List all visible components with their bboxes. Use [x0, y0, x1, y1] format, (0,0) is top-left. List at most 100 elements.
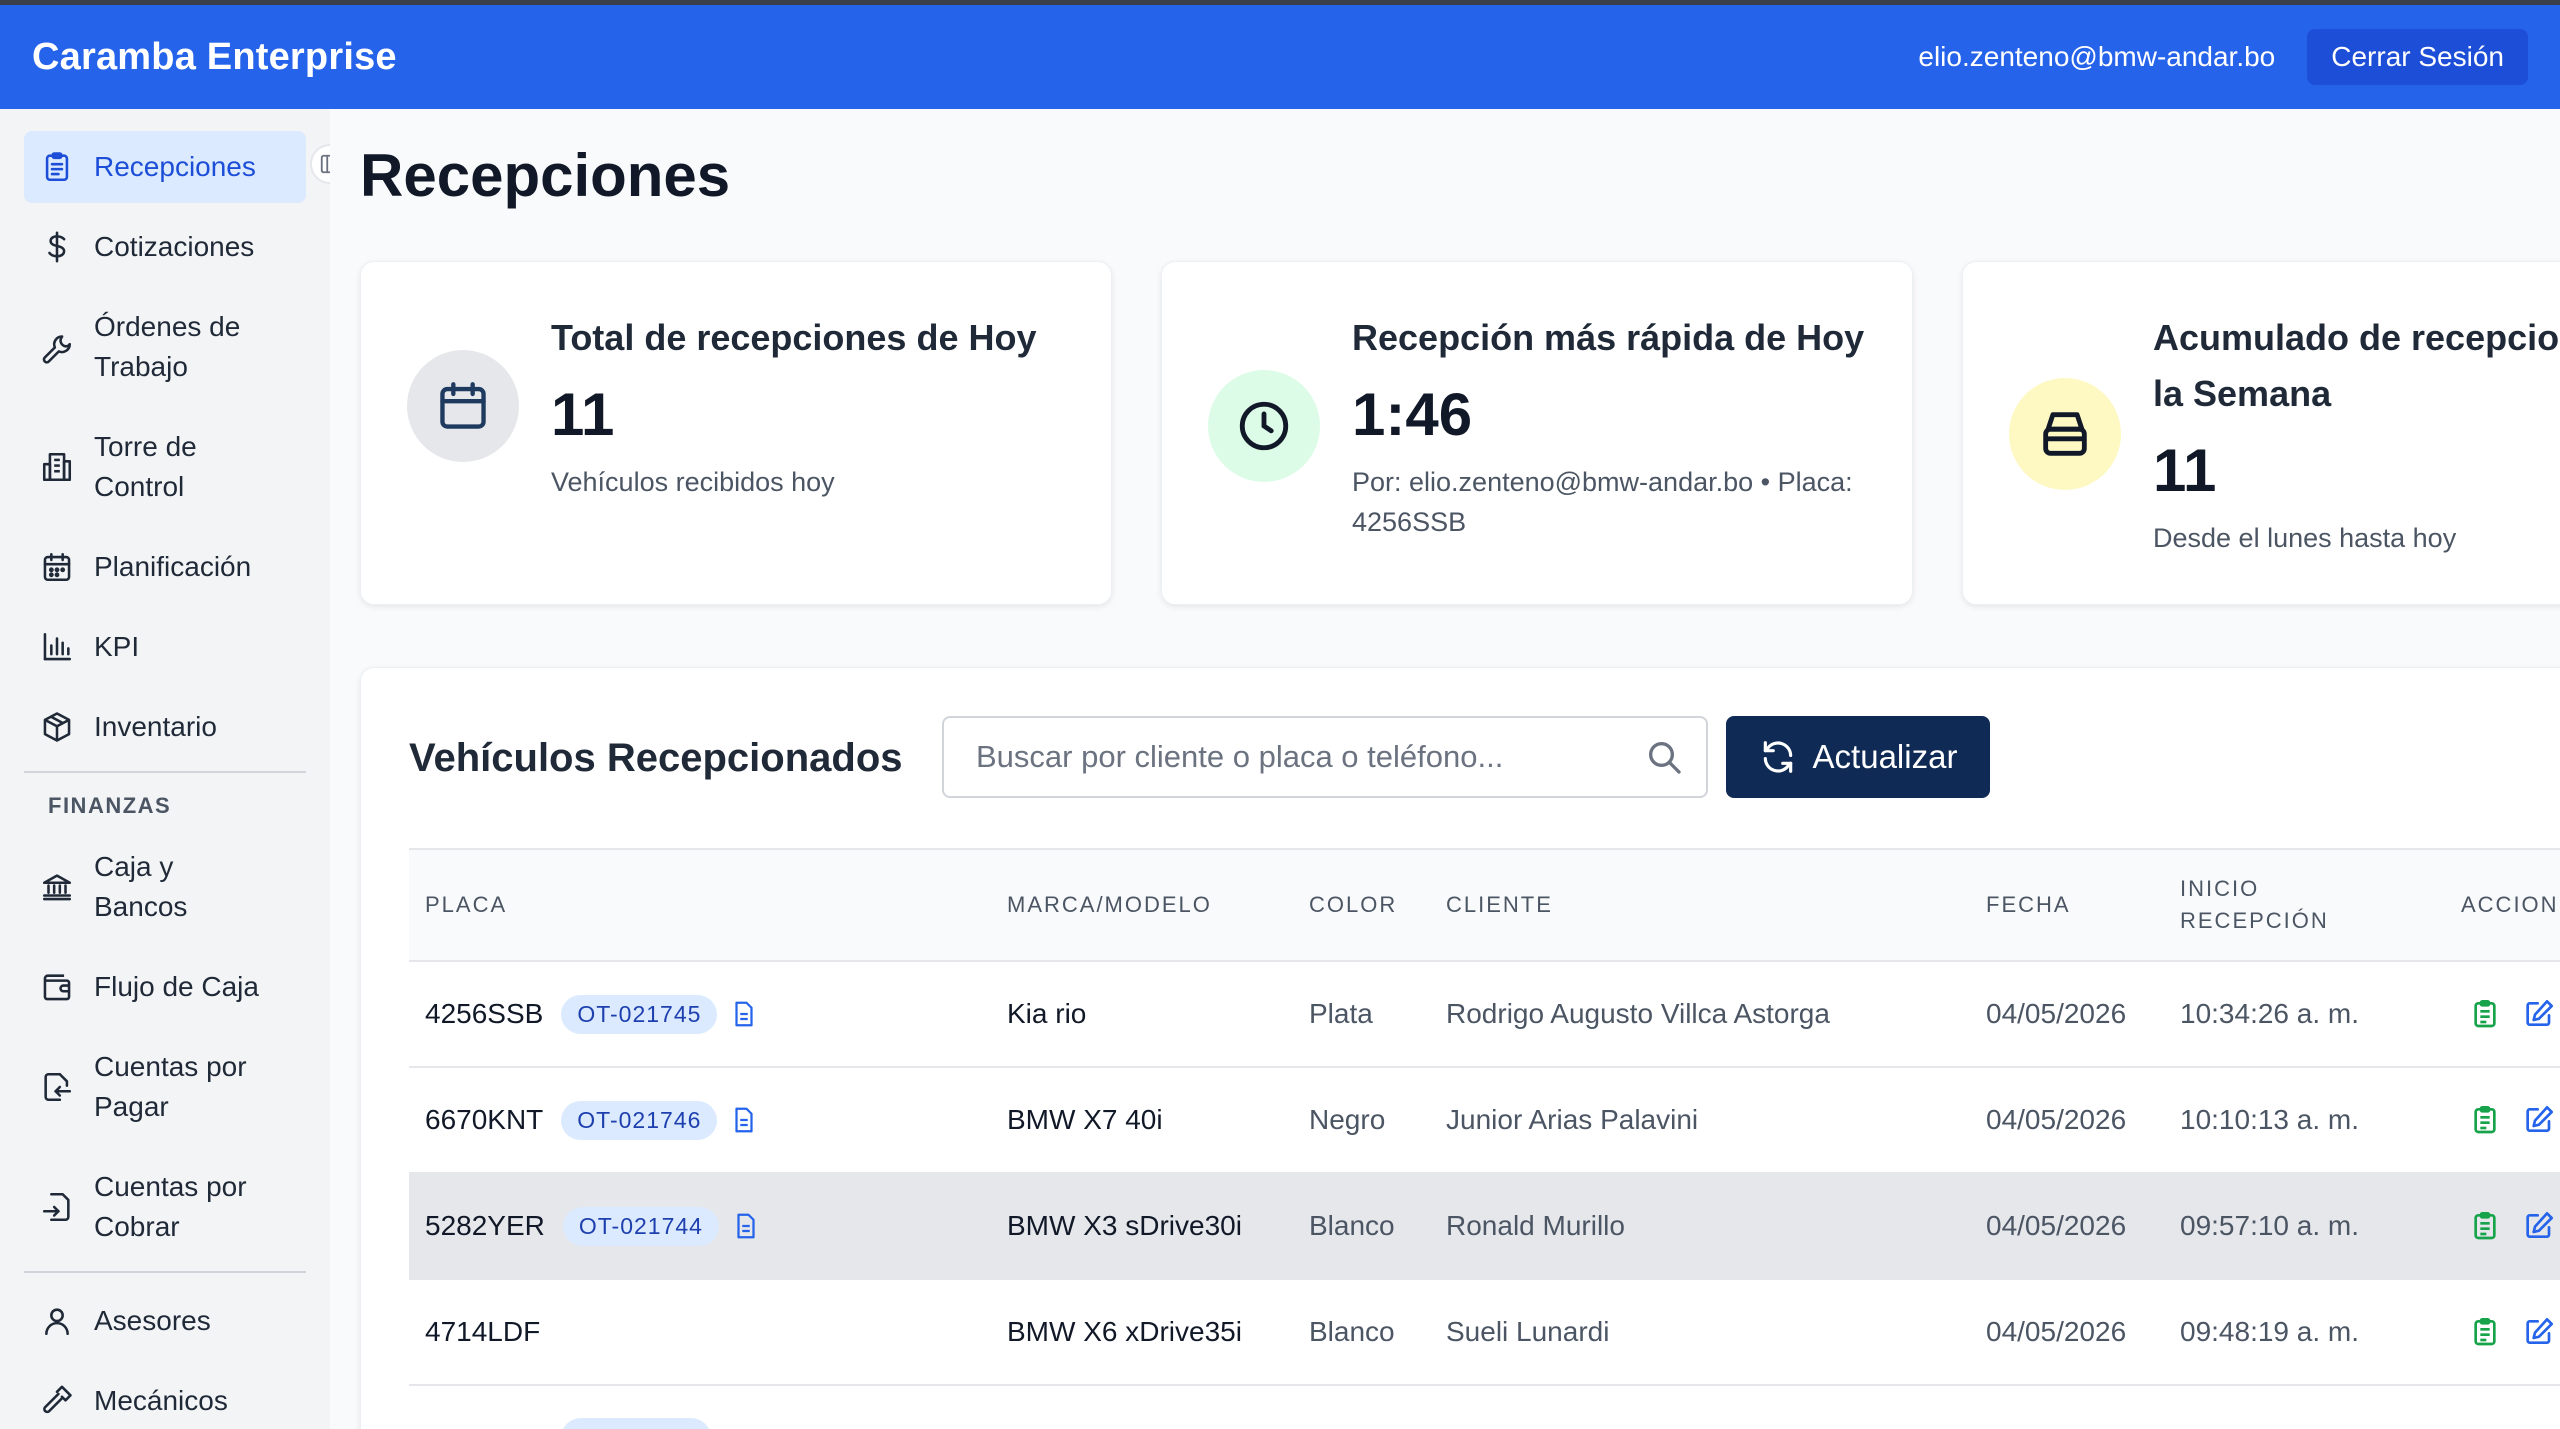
cell-color: Plata [1309, 998, 1373, 1029]
cell-fecha: 04/05/2026 [1986, 998, 2127, 1029]
bar-chart-icon [40, 630, 74, 664]
sidebar-item-label: KPI [94, 631, 140, 662]
sidebar-item-recepciones[interactable]: Recepciones [24, 131, 306, 203]
sidebar-item-caja[interactable]: Caja y Bancos [24, 831, 306, 943]
sidebar-item-cuentas-pagar[interactable]: Cuentas por Pagar [24, 1031, 306, 1143]
vehiculos-panel: Vehículos Recepcionados Actualizar PLACA… [360, 667, 2560, 1429]
main-content: Recepciones Total de recepciones de Hoy … [330, 109, 2560, 1429]
search-input[interactable] [976, 739, 1644, 775]
placa-text: 5282YER [425, 1210, 545, 1241]
cell-fecha: 04/05/2026 [1986, 1104, 2127, 1135]
hammer-icon [40, 1384, 74, 1418]
cell-placa: 6670KNT OT-021746 [425, 1068, 759, 1172]
ot-badge[interactable]: OT-021744 [562, 1206, 719, 1246]
clipboard-check-icon[interactable] [2469, 1210, 2501, 1242]
placa-text: 4256SSB [425, 998, 544, 1029]
user-email: elio.zenteno@bmw-andar.bo [1918, 41, 2276, 72]
table-row[interactable]: 4714LDF BMW X6 xDrive35i Blanco Sueli Lu… [409, 1280, 2560, 1386]
th-inicio[interactable]: INICIO RECEPCIÓN [2180, 850, 2350, 960]
clipboard-icon [40, 150, 74, 184]
cell-color: Blanco [1309, 1316, 1395, 1347]
th-placa[interactable]: PLACA [425, 850, 507, 960]
th-cliente[interactable]: CLIENTE [1446, 850, 1553, 960]
th-color[interactable]: COLOR [1309, 850, 1397, 960]
document-icon[interactable] [729, 1105, 759, 1135]
sidebar-divider [24, 1271, 306, 1273]
cell-acciones [2469, 1068, 2560, 1172]
document-icon[interactable] [731, 1211, 761, 1241]
table-row-partial[interactable] [409, 1386, 2560, 1429]
table-row[interactable]: 5282YER OT-021744 BMW X3 sDrive30i Blanc… [409, 1174, 2560, 1280]
document-icon[interactable] [729, 999, 759, 1029]
cell-marca: BMW X7 40i [1007, 1104, 1163, 1135]
logout-button[interactable]: Cerrar Sesión [2307, 29, 2528, 85]
sidebar-item-mecanicos[interactable]: Mecánicos [24, 1365, 306, 1429]
placa-text: 6670KNT [425, 1104, 544, 1135]
box-icon [40, 710, 74, 744]
card-title: Recepción más rápida de Hoy [1352, 317, 1865, 358]
import-icon [40, 1190, 74, 1224]
clipboard-check-icon[interactable] [2469, 1316, 2501, 1348]
refresh-button[interactable]: Actualizar [1726, 716, 1990, 798]
ot-badge[interactable]: OT-021745 [561, 994, 718, 1034]
sidebar-item-torre[interactable]: Torre de Control [24, 411, 306, 523]
sidebar-item-flujo[interactable]: Flujo de Caja [24, 951, 306, 1023]
card-value: 1:46 [1352, 381, 1473, 448]
edit-icon[interactable] [2523, 1210, 2555, 1242]
edit-icon[interactable] [2523, 1316, 2555, 1348]
sidebar-item-inventario[interactable]: Inventario [24, 691, 306, 763]
sidebar-item-label: Cuentas por Cobrar [94, 1171, 247, 1242]
search-icon[interactable] [1644, 737, 1684, 777]
clipboard-check-icon[interactable] [2469, 998, 2501, 1030]
cell-cliente: Rodrigo Augusto Villca Astorga [1446, 998, 1830, 1029]
stat-card-acumulado-semana: Acumulado de recepciones de la Semana 11… [1962, 261, 2560, 605]
card-subtitle: Vehículos recibidos hoy [551, 467, 835, 497]
sidebar: Recepciones Cotizaciones Órdenes de Trab… [0, 109, 330, 1429]
user-icon [40, 1304, 74, 1338]
table-row[interactable]: 4256SSB OT-021745 Kia rio Plata Rodrigo … [409, 962, 2560, 1068]
cell-marca: BMW X3 sDrive30i [1007, 1210, 1242, 1241]
sidebar-item-label: Recepciones [94, 151, 256, 182]
ot-badge[interactable]: OT-021746 [561, 1100, 718, 1140]
sidebar-item-label: Caja y Bancos [94, 851, 188, 922]
vehiculos-table: PLACA MARCA/MODELO COLOR CLIENTE FECHA I… [409, 848, 2560, 1429]
sidebar-section-finanzas: FINANZAS [48, 793, 172, 818]
sidebar-item-ordenes[interactable]: Órdenes de Trabajo [24, 291, 306, 403]
clipboard-check-icon[interactable] [2469, 1104, 2501, 1136]
table-row[interactable]: 6670KNT OT-021746 BMW X7 40i Negro Junio… [409, 1068, 2560, 1174]
cell-acciones [2469, 1174, 2560, 1278]
brand-title[interactable]: Caramba Enterprise [32, 36, 397, 79]
stat-card-mas-rapida: Recepción más rápida de Hoy 1:46 Por: el… [1161, 261, 1913, 605]
inbox-icon [2009, 378, 2121, 490]
sidebar-item-label: Flujo de Caja [94, 971, 259, 1002]
cell-marca: BMW X6 xDrive35i [1007, 1316, 1242, 1347]
cell-inicio: 10:10:13 a. m. [2180, 1104, 2360, 1135]
cell-marca: Kia rio [1007, 998, 1087, 1029]
bank-icon [40, 870, 74, 904]
sidebar-item-label: Mecánicos [94, 1385, 228, 1416]
wrench-icon [40, 330, 74, 364]
th-marca[interactable]: MARCA/MODELO [1007, 850, 1212, 960]
ot-badge[interactable] [561, 1418, 711, 1429]
user-area: elio.zenteno@bmw-andar.bo Cerrar Sesión [1918, 29, 2528, 85]
th-fecha[interactable]: FECHA [1986, 850, 2071, 960]
sidebar-item-asesores[interactable]: Asesores [24, 1285, 306, 1357]
cell-acciones [2469, 1280, 2560, 1384]
sidebar-item-cuentas-cobrar[interactable]: Cuentas por Cobrar [24, 1151, 306, 1263]
card-title: Total de recepciones de Hoy [551, 317, 1037, 358]
building-icon [40, 450, 74, 484]
card-subtitle: Desde el lunes hasta hoy [2153, 523, 2457, 553]
edit-icon[interactable] [2523, 1104, 2555, 1136]
calendar-icon [40, 550, 74, 584]
calendar-icon [407, 350, 519, 462]
sidebar-item-label: Órdenes de Trabajo [94, 311, 241, 382]
placa-text: 4714LDF [425, 1316, 541, 1347]
cell-inicio: 09:48:19 a. m. [2180, 1316, 2360, 1347]
card-value: 11 [551, 381, 615, 448]
sidebar-item-cotizaciones[interactable]: Cotizaciones [24, 211, 306, 283]
sidebar-item-kpi[interactable]: KPI [24, 611, 306, 683]
sidebar-item-planificacion[interactable]: Planificación [24, 531, 306, 603]
cell-color: Negro [1309, 1104, 1386, 1135]
edit-icon[interactable] [2523, 998, 2555, 1030]
clock-icon [1208, 370, 1320, 482]
